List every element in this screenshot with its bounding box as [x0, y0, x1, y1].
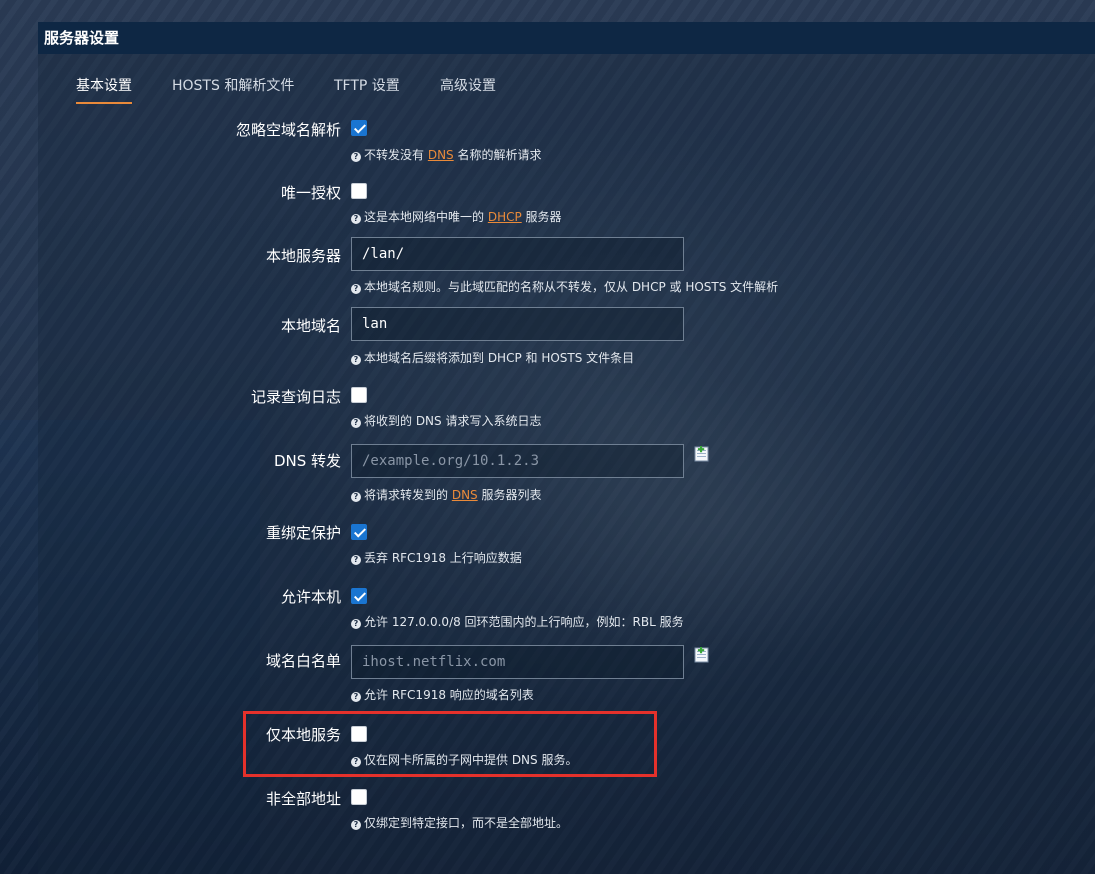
checkbox-log-queries[interactable] [351, 387, 367, 403]
help-rebind-localhost: ? 允许 127.0.0.0/8 回环范围内的上行响应，例如：RBL 服务 [351, 613, 684, 630]
checkbox-rebind-protection[interactable] [351, 524, 367, 540]
link-dns[interactable]: DNS [428, 148, 454, 162]
checkbox-rebind-localhost[interactable] [351, 588, 367, 604]
panel-title: 服务器设置 [38, 22, 1095, 54]
label-rebind-domain: 域名白名单 [265, 652, 341, 670]
help-icon: ? [351, 284, 361, 294]
label-local-server: 本地服务器 [265, 247, 341, 265]
help-local-domain: ? 本地域名后缀将添加到 DHCP 和 HOSTS 文件条目 [351, 349, 634, 366]
help-icon: ? [351, 214, 361, 224]
add-entry-icon[interactable] [694, 446, 710, 462]
checkbox-domain-needed[interactable] [351, 120, 367, 136]
help-icon: ? [351, 692, 361, 702]
label-log-queries: 记录查询日志 [250, 388, 341, 406]
help-authoritative: ? 这是本地网络中唯一的 DHCP 服务器 [351, 208, 562, 225]
input-dns-forward[interactable]: /example.org/10.1.2.3 [351, 444, 684, 478]
label-rebind-localhost: 允许本机 [280, 588, 341, 606]
help-icon: ? [351, 355, 361, 365]
link-dns[interactable]: DNS [452, 488, 478, 502]
input-local-domain[interactable]: lan [351, 307, 684, 341]
help-rebind-protection: ? 丢弃 RFC1918 上行响应数据 [351, 549, 522, 566]
help-nonwildcard: ? 仅绑定到特定接口，而不是全部地址。 [351, 814, 568, 831]
help-log-queries: ? 将收到的 DNS 请求写入系统日志 [351, 412, 541, 429]
help-icon: ? [351, 820, 361, 830]
help-local-server: ? 本地域名规则。与此域匹配的名称从不转发，仅从 DHCP 或 HOSTS 文件解… [351, 278, 778, 295]
label-rebind-protection: 重绑定保护 [265, 524, 341, 542]
help-icon: ? [351, 418, 361, 428]
help-icon: ? [351, 152, 361, 162]
label-nonwildcard: 非全部地址 [265, 790, 341, 808]
label-local-domain: 本地域名 [280, 317, 341, 335]
checkbox-authoritative[interactable] [351, 183, 367, 199]
tab-tftp-settings[interactable]: TFTP 设置 [334, 72, 400, 102]
help-dns-forward: ? 将请求转发到的 DNS 服务器列表 [351, 486, 542, 503]
label-dns-forward: DNS 转发 [273, 452, 341, 470]
checkbox-nonwildcard[interactable] [351, 789, 367, 805]
input-local-server[interactable]: /lan/ [351, 237, 684, 271]
help-icon: ? [351, 555, 361, 565]
tab-advanced-settings[interactable]: 高级设置 [440, 72, 496, 102]
label-authoritative: 唯一授权 [280, 184, 341, 202]
help-icon: ? [351, 619, 361, 629]
help-rebind-domain: ? 允许 RFC1918 响应的域名列表 [351, 686, 534, 703]
add-entry-icon[interactable] [694, 647, 710, 663]
help-domain-needed: ? 不转发没有 DNS 名称的解析请求 [351, 146, 542, 163]
input-rebind-domain[interactable]: ihost.netflix.com [351, 645, 684, 679]
tab-hosts-files[interactable]: HOSTS 和解析文件 [172, 72, 294, 102]
label-domain-needed: 忽略空域名解析 [235, 121, 341, 139]
highlight-box [243, 711, 657, 777]
help-icon: ? [351, 492, 361, 502]
tab-basic-settings[interactable]: 基本设置 [76, 72, 132, 104]
link-dhcp[interactable]: DHCP [488, 210, 522, 224]
